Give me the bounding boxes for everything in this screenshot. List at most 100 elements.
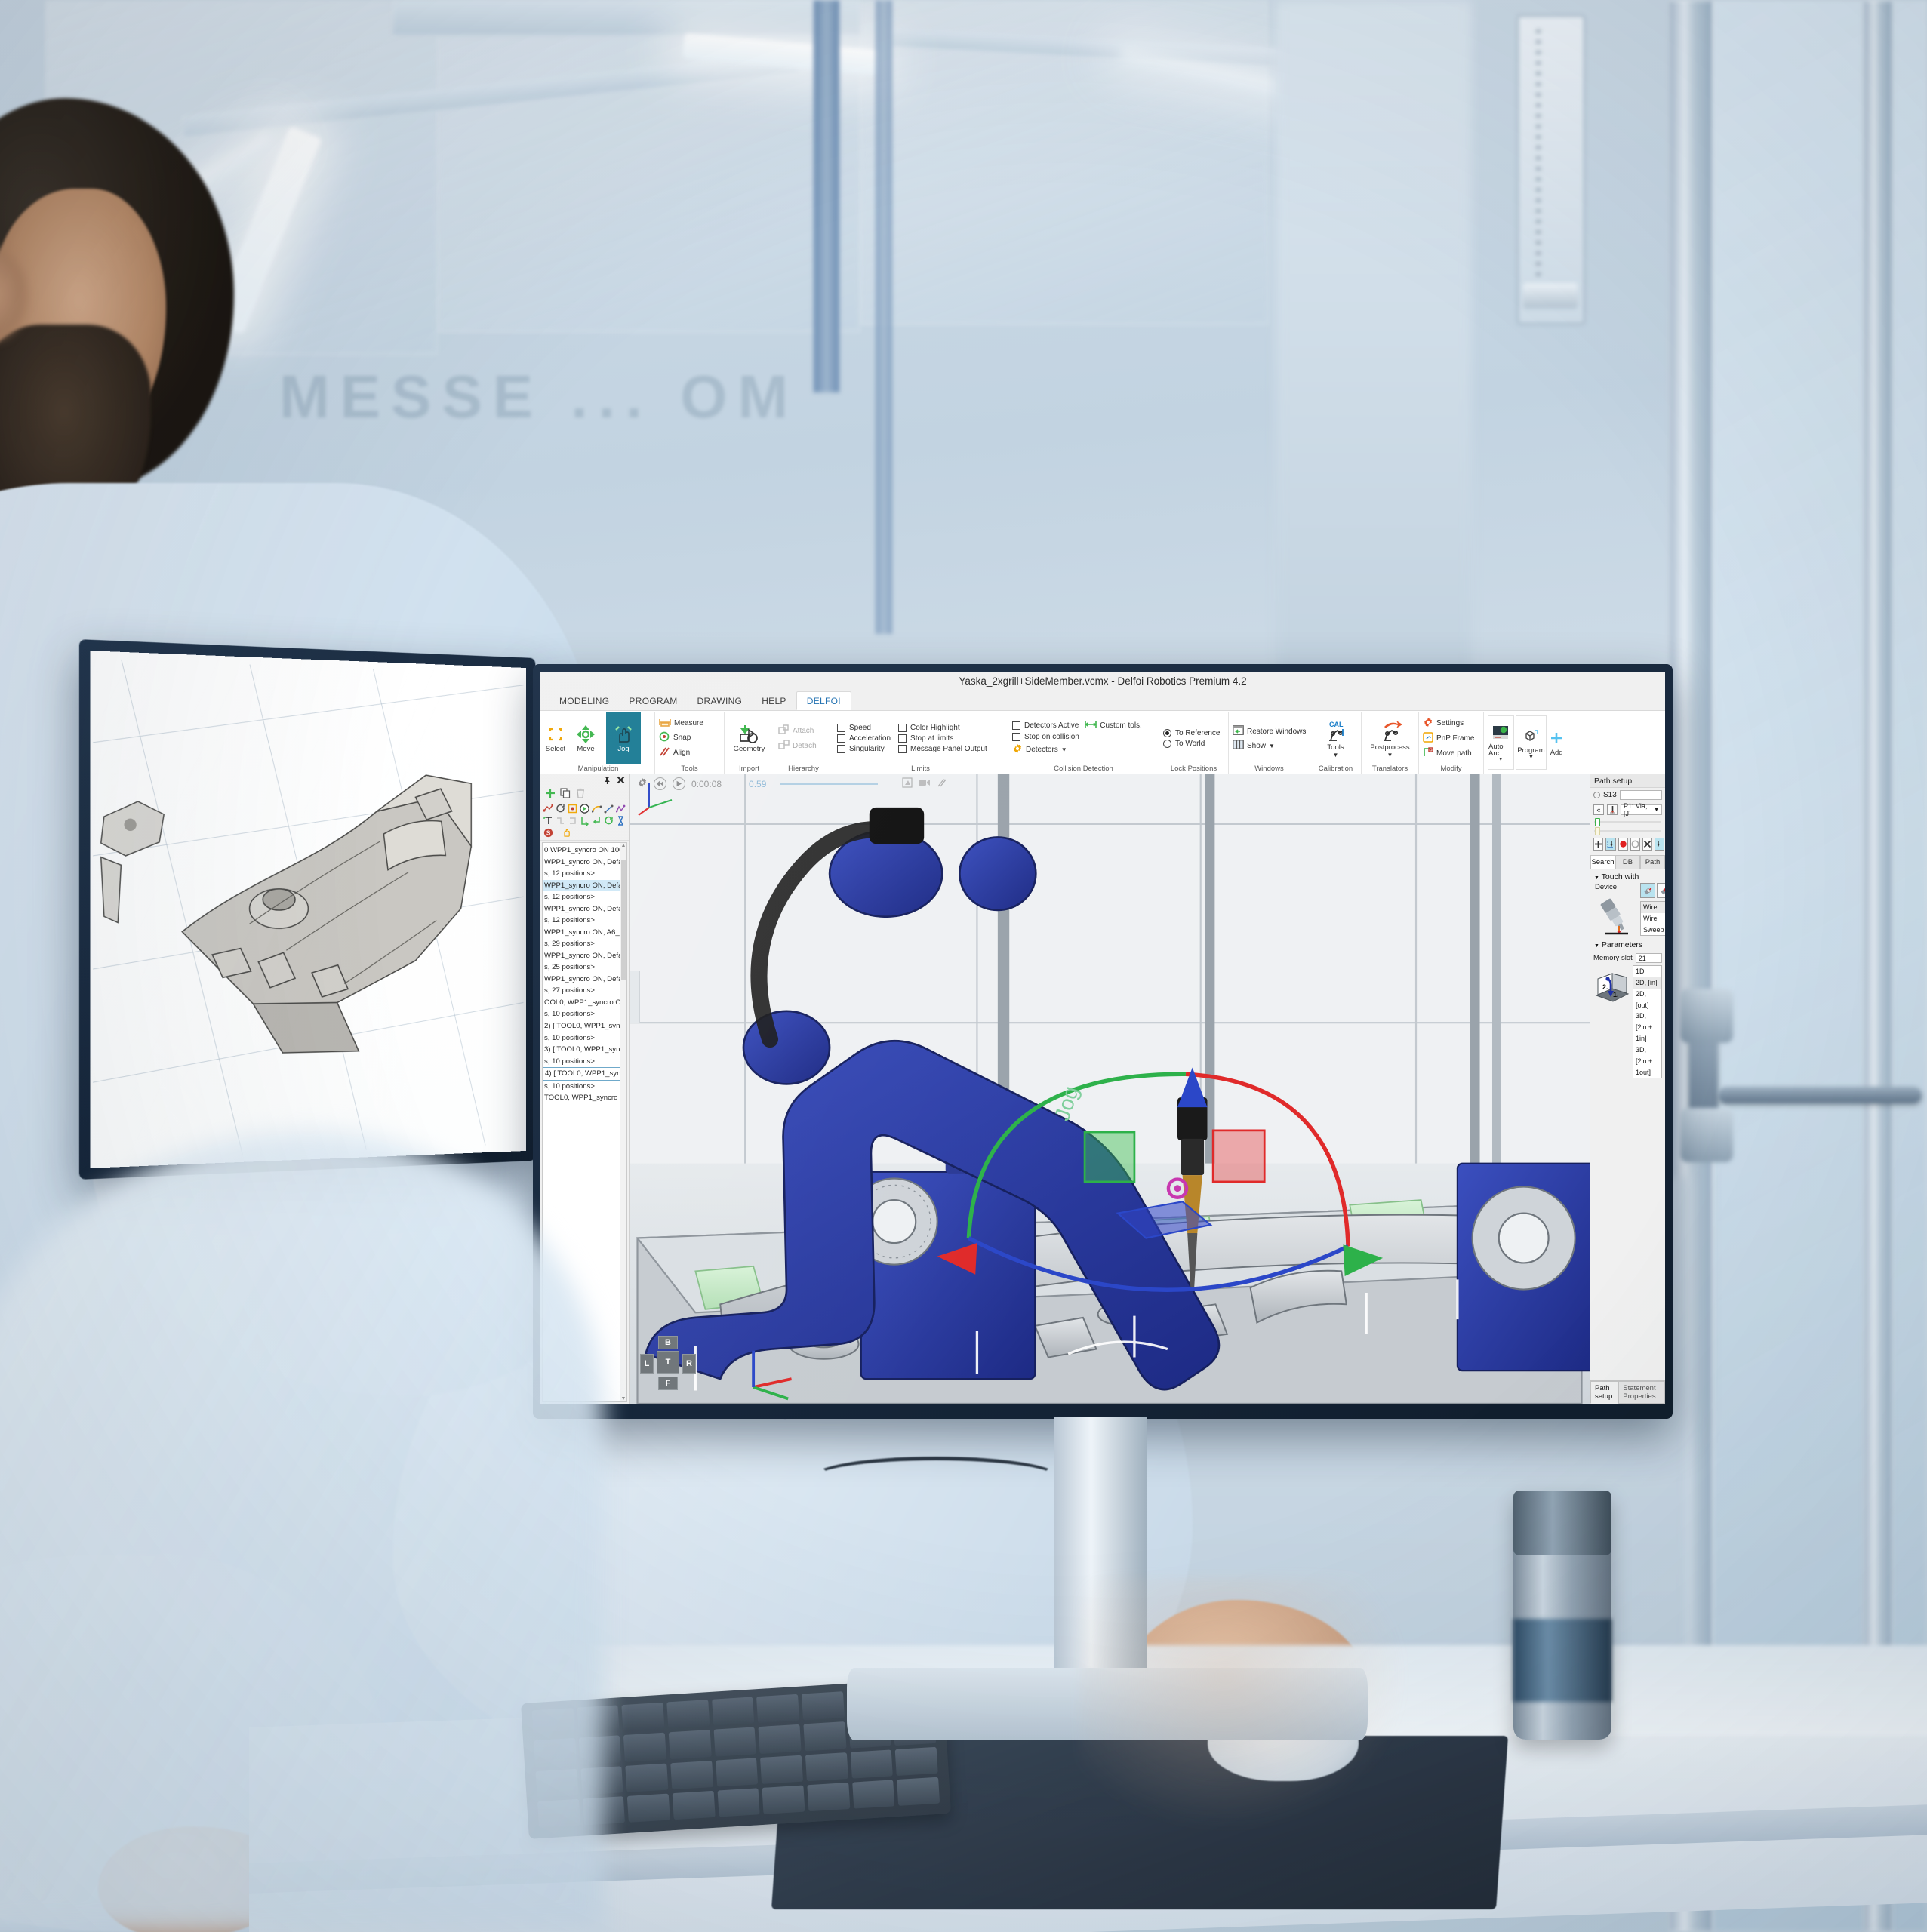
tree-row[interactable]: s, 12 positions>	[543, 868, 626, 880]
left-monitor-screen[interactable]	[90, 651, 526, 1168]
scrollbar-up-arrow[interactable]: ▲	[620, 843, 626, 848]
pnp-frame-button[interactable]: PnP Frame	[1423, 732, 1474, 745]
tree-row[interactable]: 2) [ TOOL0, WPP1_syncro ON, De...	[543, 1020, 626, 1032]
parameters-section-header[interactable]: ▼ Parameters	[1590, 937, 1665, 951]
restore-windows-button[interactable]: Restore Windows	[1233, 725, 1306, 737]
tree-row[interactable]: s, 10 positions>	[543, 1008, 626, 1020]
postprocess-button[interactable]: Postprocess ▼	[1365, 718, 1414, 759]
chevron-down-icon[interactable]: ▼	[1333, 752, 1339, 758]
lock-radio-group[interactable]: To Reference To World	[1163, 729, 1220, 748]
curve-path-icon[interactable]	[591, 804, 602, 814]
search-type-body[interactable]: 2. 1. 1D 2D, [in] 2D, [out] 3D, [2in + 1…	[1590, 965, 1665, 1079]
program-tree-panel[interactable]: S 0 WPP1_syncro ON 100% WPP1_syncro ON, …	[540, 774, 630, 1404]
tree-row-focused[interactable]: 4) [ TOOL0, WPP1_syncro ON, De...	[543, 1067, 626, 1081]
chevron-down-icon[interactable]: ▼	[1269, 743, 1275, 749]
play-icon[interactable]	[580, 804, 589, 814]
checkbox-acceleration[interactable]: Acceleration	[837, 734, 891, 743]
delete-x-icon[interactable]	[1642, 838, 1652, 851]
tab-db[interactable]: DB	[1615, 855, 1640, 869]
node-path-icon[interactable]	[543, 804, 554, 814]
tab-search[interactable]: Search	[1590, 855, 1615, 869]
checkbox-box[interactable]	[837, 745, 845, 753]
tree-mini-toolbar[interactable]: S	[540, 801, 629, 841]
video-record-icon[interactable]	[919, 778, 931, 789]
checkbox-box[interactable]	[837, 734, 845, 743]
chevron-down-icon[interactable]: ▼	[1498, 757, 1504, 762]
tree-row[interactable]: 0 WPP1_syncro ON 100%	[543, 844, 626, 857]
snapshot-icon[interactable]	[902, 777, 913, 790]
branch-icon[interactable]	[556, 816, 565, 826]
tools-list[interactable]: Measure Snap Align	[659, 718, 703, 759]
menu-item-help[interactable]: HELP	[752, 691, 796, 710]
path-setup-tabs[interactable]: Search DB Path	[1590, 855, 1665, 869]
memory-slot-row[interactable]: Memory slot 21	[1590, 951, 1665, 965]
search-type-list[interactable]: 1D 2D, [in] 2D, [out] 3D, [2in + 1in] 3D…	[1633, 965, 1662, 1079]
panel-header[interactable]	[540, 774, 629, 787]
wait-icon[interactable]	[616, 816, 626, 826]
move-path-button[interactable]: Move path	[1423, 747, 1474, 760]
bottom-dock-tabs[interactable]: Path setup Statement Properties	[1590, 1380, 1665, 1404]
windows-list[interactable]: Restore Windows Show ▼	[1233, 725, 1306, 752]
path-slider-primary[interactable]	[1594, 818, 1661, 826]
radio-to-reference[interactable]: To Reference	[1163, 729, 1220, 737]
tree-row-selected[interactable]: WPP1_syncro ON, Defaults, (21) ]	[543, 879, 626, 892]
measure-tool-icon[interactable]	[937, 777, 949, 790]
wire-touch-red-icon[interactable]	[1657, 883, 1665, 898]
refresh-icon[interactable]	[604, 816, 614, 826]
chevron-down-icon[interactable]: ▼	[1387, 752, 1393, 758]
play-icon[interactable]	[673, 777, 685, 790]
limits-col-1[interactable]: Speed Acceleration Singularity	[837, 724, 891, 753]
touch-device-list[interactable]: Wire Wire Sweep	[1640, 901, 1665, 936]
view-cube-face-right[interactable]: R	[682, 1354, 696, 1374]
line-path-icon[interactable]	[604, 804, 614, 814]
radio-dot[interactable]	[1163, 740, 1171, 748]
tree-row[interactable]: s, 27 positions>	[543, 985, 626, 997]
copy-icon[interactable]	[560, 787, 571, 801]
checkbox-detectors-active[interactable]: Detectors Active	[1012, 721, 1079, 730]
view-cube-face-front[interactable]: F	[658, 1377, 678, 1390]
geometry-import-button[interactable]: Geometry	[728, 723, 770, 755]
select-button[interactable]: Select	[546, 723, 565, 755]
touch-sense-icon[interactable]	[1605, 838, 1616, 851]
add-button[interactable]: Add	[1548, 727, 1565, 758]
stop-icon[interactable]: S	[543, 828, 553, 838]
chevron-down-icon[interactable]: ▼	[1594, 943, 1599, 949]
tree-row[interactable]: s, 10 positions>	[543, 1032, 626, 1044]
loop-icon[interactable]	[568, 816, 577, 826]
menu-item-delfoi[interactable]: DELFOI	[796, 691, 851, 710]
rotate-icon[interactable]	[556, 804, 565, 814]
tree-rows[interactable]: 0 WPP1_syncro ON 100% WPP1_syncro ON, De…	[543, 843, 626, 1104]
touch-device-option[interactable]: Wire Sweep	[1641, 913, 1665, 936]
delete-icon[interactable]	[575, 788, 586, 801]
add-target-icon[interactable]	[543, 816, 553, 826]
program-button[interactable]: Program ▼	[1515, 715, 1547, 770]
bottom-tab-path-setup[interactable]: Path setup	[1590, 1381, 1619, 1404]
tree-row[interactable]: s, 10 positions>	[543, 1081, 626, 1093]
3d-viewport[interactable]: Jog 0:00:08 0.59 B L T R F	[630, 774, 1590, 1404]
station-input[interactable]	[1619, 790, 1662, 800]
search-type-option[interactable]: 3D, [2in + 1out]	[1633, 1044, 1661, 1078]
collision-col[interactable]: Detectors Active Custom tols. Stop on co…	[1012, 721, 1155, 756]
tree-row[interactable]: WPP1_syncro ON, A6_PB_Yaskaw...	[543, 927, 626, 939]
tree-scrollbar[interactable]: ▲ ▼	[620, 843, 626, 1401]
search-type-option[interactable]: 1D	[1633, 966, 1661, 977]
station-radio[interactable]	[1593, 792, 1600, 798]
slider-knob[interactable]	[1595, 818, 1600, 826]
tree-row[interactable]: WPP1_syncro ON, Defaults, (23) ]	[543, 974, 626, 986]
modify-list[interactable]: Settings PnP Frame Move path	[1423, 717, 1474, 760]
checkbox-box[interactable]	[898, 724, 907, 732]
checkbox-box[interactable]	[898, 745, 907, 753]
touch-with-section-header[interactable]: ▼ Touch with	[1590, 869, 1665, 883]
tab-path[interactable]: Path	[1640, 855, 1665, 869]
rewind-icon[interactable]	[654, 777, 666, 790]
multi-path-icon[interactable]	[615, 804, 626, 814]
frame-icon[interactable]	[568, 804, 577, 814]
tree-row[interactable]: s, 12 positions>	[543, 891, 626, 903]
move-button[interactable]: Move	[568, 723, 603, 755]
show-windows-button[interactable]: Show ▼	[1233, 740, 1306, 752]
chevron-down-icon[interactable]: ▼	[1528, 755, 1534, 760]
settings-button[interactable]: Settings	[1423, 717, 1474, 730]
touch-with-body[interactable]: Device Wire Wire Sweep	[1590, 883, 1665, 937]
chevron-down-icon[interactable]: ▼	[1654, 808, 1659, 813]
align-button[interactable]: Align	[659, 746, 703, 759]
